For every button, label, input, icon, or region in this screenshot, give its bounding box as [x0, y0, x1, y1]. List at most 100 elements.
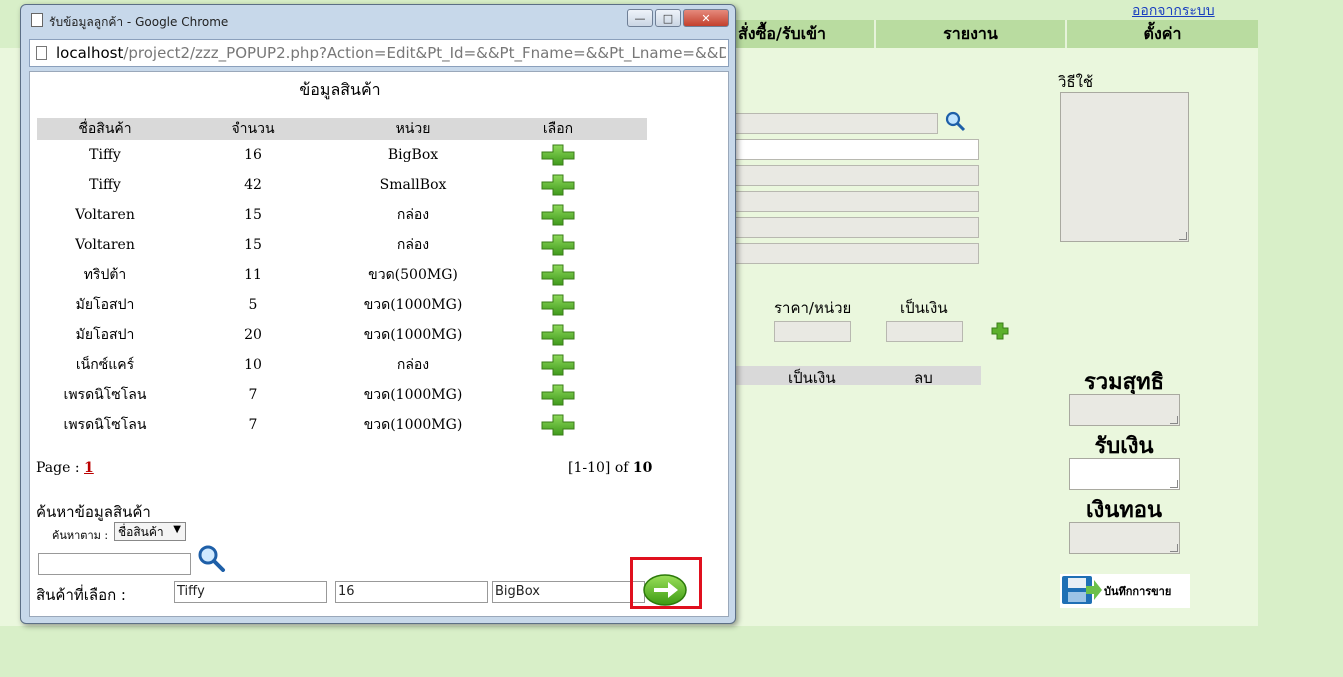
- pager-range: [1-10] of 10: [568, 460, 652, 476]
- items-col-delete: ลบ: [914, 369, 933, 387]
- col-product-name: ชื่อสินค้า: [37, 118, 173, 140]
- selected-name-field[interactable]: Tiffy: [174, 581, 327, 603]
- search-title: ค้นหาข้อมูลสินค้า: [36, 503, 151, 521]
- spacer-cell: [623, 410, 647, 440]
- popup-content: ข้อมูลสินค้า ชื่อสินค้า จำนวน หน่วย เลือ…: [29, 71, 729, 617]
- popup-heading: ข้อมูลสินค้า: [299, 80, 381, 99]
- add-product-icon[interactable]: [541, 234, 575, 256]
- spacer-cell: [623, 350, 647, 380]
- select-cell: [493, 230, 623, 260]
- table-row: เน็กซ์แคร์ 10 กล่อง: [37, 350, 647, 380]
- unit-cell: SmallBox: [379, 177, 447, 193]
- url-host: localhost: [56, 44, 124, 62]
- select-cell: [493, 410, 623, 440]
- search-by-value: ชื่อสินค้า: [118, 525, 164, 539]
- add-product-icon[interactable]: [541, 264, 575, 286]
- selected-qty-field[interactable]: 16: [335, 581, 488, 603]
- nav-item-settings[interactable]: ตั้งค่า: [1067, 20, 1258, 48]
- select-cell: [493, 170, 623, 200]
- search-icon[interactable]: [944, 110, 966, 132]
- page-icon: [31, 13, 43, 27]
- form-field-5[interactable]: [730, 243, 979, 264]
- pager: Page : 1: [36, 460, 94, 476]
- spacer-cell: [623, 290, 647, 320]
- taskbar-strip: [0, 660, 1343, 677]
- top-navigation: สั่งซื้อ/รับเข้า รายงาน ตั้งค่า: [690, 20, 1258, 48]
- form-field-3[interactable]: [730, 191, 979, 212]
- product-name-cell: มัยโอสปา: [75, 327, 135, 343]
- add-item-icon[interactable]: [991, 322, 1009, 340]
- selected-product-label: สินค้าที่เลือก :: [36, 586, 126, 604]
- select-cell: [493, 380, 623, 410]
- add-product-icon[interactable]: [541, 144, 575, 166]
- add-product-icon[interactable]: [541, 324, 575, 346]
- add-product-icon[interactable]: [541, 414, 575, 436]
- col-select: เลือก: [493, 118, 623, 140]
- minimize-button[interactable]: —: [627, 9, 653, 27]
- chevron-down-icon: ▼: [173, 524, 181, 535]
- quantity-cell: 7: [248, 387, 258, 403]
- select-cell: [493, 200, 623, 230]
- unit-cell: BigBox: [387, 147, 439, 163]
- quantity-cell: 15: [244, 237, 262, 253]
- price-unit-field[interactable]: [774, 321, 851, 342]
- search-by-select[interactable]: ชื่อสินค้า ▼: [114, 522, 186, 541]
- form-field-2[interactable]: [730, 165, 979, 186]
- form-field-1[interactable]: [730, 139, 979, 160]
- save-sale-button[interactable]: บันทึกการขาย: [1060, 574, 1190, 608]
- spacer-cell: [623, 320, 647, 350]
- add-product-icon[interactable]: [541, 354, 575, 376]
- popup-window: รับข้อมูลลูกค้า - Google Chrome — □ ✕ lo…: [20, 4, 736, 624]
- quantity-cell: 16: [244, 147, 262, 163]
- address-bar[interactable]: localhost/project2/zzz_POPUP2.php?Action…: [29, 39, 729, 67]
- nav-item-report[interactable]: รายงาน: [876, 20, 1067, 48]
- product-name-cell: Voltaren: [75, 207, 135, 223]
- receive-field[interactable]: [1069, 458, 1180, 490]
- customer-search-field[interactable]: [730, 113, 938, 134]
- add-product-icon[interactable]: [541, 204, 575, 226]
- items-col-amount: เป็นเงิน: [788, 369, 836, 387]
- pager-total: 10: [632, 460, 653, 476]
- quantity-cell: 20: [244, 327, 262, 343]
- unit-cell: กล่อง: [396, 357, 430, 373]
- search-icon[interactable]: [196, 544, 226, 572]
- change-field[interactable]: [1069, 522, 1180, 554]
- product-name-cell: เพรดนิโซโลน: [63, 417, 147, 433]
- product-rows: Tiffy 16 BigBox Tiffy 42 SmallBox Voltaren 15 กล…: [37, 140, 647, 440]
- table-row: Tiffy 42 SmallBox: [37, 170, 647, 200]
- product-name-cell: Tiffy: [89, 177, 121, 193]
- usage-textarea[interactable]: [1060, 92, 1189, 242]
- close-button[interactable]: ✕: [683, 9, 729, 27]
- search-input[interactable]: [38, 553, 191, 575]
- amount-label: เป็นเงิน: [900, 299, 948, 317]
- col-spacer: [623, 118, 647, 140]
- quantity-cell: 7: [248, 417, 258, 433]
- select-cell: [493, 350, 623, 380]
- page-link-1[interactable]: 1: [84, 460, 94, 476]
- form-field-4[interactable]: [730, 217, 979, 238]
- table-row: เพรดนิโซโลน 7 ขวด(1000MG): [37, 380, 647, 410]
- add-product-icon[interactable]: [541, 294, 575, 316]
- spacer-cell: [623, 170, 647, 200]
- amount-field[interactable]: [886, 321, 963, 342]
- popup-window-title: รับข้อมูลลูกค้า - Google Chrome: [49, 15, 229, 29]
- highlight-box: [630, 557, 702, 609]
- logout-link[interactable]: ออกจากระบบ: [1132, 0, 1215, 22]
- table-row: Voltaren 15 กล่อง: [37, 200, 647, 230]
- product-name-cell: Tiffy: [89, 147, 121, 163]
- address-url[interactable]: localhost/project2/zzz_POPUP2.php?Action…: [56, 44, 726, 62]
- url-path: /project2/zzz_POPUP2.php?Action=Edit&Pt_…: [123, 44, 726, 62]
- add-product-icon[interactable]: [541, 174, 575, 196]
- usage-label: วิธีใช้: [1058, 73, 1094, 91]
- product-table: ชื่อสินค้า จำนวน หน่วย เลือก Tiffy 16 BigB…: [37, 118, 647, 440]
- selected-unit-field[interactable]: BigBox: [492, 581, 645, 603]
- unit-cell: ขวด(1000MG): [363, 327, 463, 343]
- net-total-field[interactable]: [1069, 394, 1180, 426]
- col-unit: หน่วย: [333, 118, 493, 140]
- add-product-icon[interactable]: [541, 384, 575, 406]
- table-row: มัยโอสปา 5 ขวด(1000MG): [37, 290, 647, 320]
- popup-titlebar[interactable]: รับข้อมูลลูกค้า - Google Chrome — □ ✕: [21, 5, 735, 35]
- quantity-cell: 11: [244, 267, 262, 283]
- product-table-header: ชื่อสินค้า จำนวน หน่วย เลือก: [37, 118, 647, 140]
- maximize-button[interactable]: □: [655, 9, 681, 27]
